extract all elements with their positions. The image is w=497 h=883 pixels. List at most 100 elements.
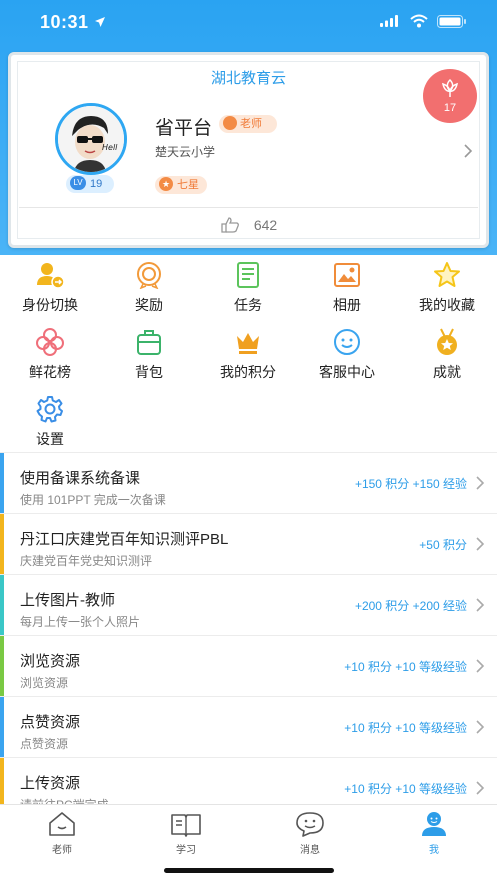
role-label: 老师: [240, 118, 262, 130]
task-desc: 请前往PC端完成: [20, 796, 109, 804]
tab-messages[interactable]: 消息: [270, 811, 350, 856]
customer-service-icon: [334, 329, 360, 355]
menu-item-flower-ranking[interactable]: 鲜花榜: [0, 328, 100, 382]
cellular-signal-icon: [380, 15, 398, 27]
crown-icon: [237, 333, 259, 354]
task-title: 使用备课系统备课: [20, 470, 141, 487]
menu-item-reward[interactable]: 奖励: [99, 261, 199, 315]
tab-label: 消息: [300, 845, 320, 856]
star-icon: [434, 262, 460, 287]
menu-item-backpack[interactable]: 背包: [99, 328, 199, 382]
flower-badge[interactable]: 17: [423, 69, 477, 123]
status-bar: 10:31: [0, 0, 497, 46]
task-desc: 每月上传一张个人照片: [20, 615, 141, 629]
task-reward: +10 积分 +10 等级经验: [344, 660, 467, 674]
menu-label: 身份切换: [22, 297, 78, 313]
task-title: 浏览资源: [20, 653, 81, 670]
avatar[interactable]: Hell: [55, 103, 127, 175]
level-value: 19: [90, 178, 103, 190]
menu-item-customer-service[interactable]: 客服中心: [297, 328, 397, 382]
menu-label: 成就: [433, 364, 461, 380]
backpack-icon: [137, 330, 161, 355]
avatar-text: Hell: [102, 143, 118, 152]
chevron-right-icon: [476, 537, 485, 551]
task-desc: 使用 101PPT 完成一次备课: [20, 493, 166, 507]
task-reward: +10 积分 +10 等级经验: [344, 721, 467, 735]
menu-label: 我的积分: [220, 364, 276, 380]
avatar-cartoon-icon: Hell: [58, 106, 124, 172]
tab-teacher[interactable]: 老师: [22, 811, 102, 856]
home-indicator[interactable]: [164, 868, 334, 873]
menu-item-album[interactable]: 相册: [297, 261, 397, 315]
home-icon: [49, 812, 75, 836]
menu-label: 我的收藏: [419, 297, 475, 313]
flower-icon: [442, 78, 458, 97]
medal-icon: [437, 328, 457, 355]
menu-label: 客服中心: [319, 364, 375, 380]
likes-count: 642: [253, 217, 278, 233]
menu-label: 任务: [234, 297, 262, 313]
level-prefix: LV: [70, 176, 86, 191]
task-row[interactable]: 丹江口庆建党百年知识测评PBL 庆建党百年党史知识测评 +50 积分: [0, 513, 497, 574]
tab-label: 我: [429, 845, 439, 856]
task-row[interactable]: 上传资源 请前往PC端完成 +10 积分 +10 等级经验: [0, 757, 497, 804]
task-color-bar: [0, 636, 4, 696]
task-reward: +10 积分 +10 等级经验: [344, 782, 467, 796]
profile-card[interactable]: 湖北教育云 17 Hell LV 19 省平台 老师 楚天云小学 ★ 七星 64…: [8, 52, 489, 248]
tab-label: 学习: [176, 845, 196, 856]
thumbs-up-icon: [221, 217, 239, 233]
card-title: 湖北教育云: [210, 70, 286, 87]
star-level-label: 七星: [177, 179, 199, 191]
chevron-right-icon[interactable]: [463, 143, 473, 159]
tab-study[interactable]: 学习: [146, 811, 226, 856]
task-desc: 浏览资源: [20, 676, 69, 690]
location-arrow-icon: [95, 17, 105, 27]
menu-item-task[interactable]: 任务: [198, 261, 298, 315]
person-icon: [422, 812, 446, 836]
chevron-right-icon: [476, 720, 485, 734]
task-desc: 点赞资源: [20, 737, 69, 751]
task-title: 上传图片-教师: [20, 592, 115, 609]
task-row[interactable]: 浏览资源 浏览资源 +10 积分 +10 等级经验: [0, 635, 497, 696]
task-row[interactable]: 上传图片-教师 每月上传一张个人照片 +200 积分 +200 经验: [0, 574, 497, 635]
task-reward: +200 积分 +200 经验: [354, 599, 467, 613]
star-level-badge: ★ 七星: [155, 176, 207, 194]
menu-item-settings[interactable]: 设置: [0, 395, 100, 449]
chevron-right-icon: [476, 598, 485, 612]
school-name: 楚天云小学: [155, 145, 216, 159]
task-list: 使用备课系统备课 使用 101PPT 完成一次备课 +150 积分 +150 经…: [0, 452, 497, 804]
menu-item-achievement[interactable]: 成就: [397, 328, 497, 382]
reward-icon: [137, 262, 161, 289]
menu-item-my-points[interactable]: 我的积分: [198, 328, 298, 382]
task-color-bar: [0, 453, 4, 513]
teacher-icon: [223, 116, 237, 131]
battery-icon: [437, 15, 466, 28]
function-grid: 身份切换 奖励 任务 相册 我的收藏 鲜花榜 背包 我的积分 客服中心 成就 设…: [0, 257, 497, 452]
task-row[interactable]: 使用备课系统备课 使用 101PPT 完成一次备课 +150 积分 +150 经…: [0, 452, 497, 513]
task-color-bar: [0, 575, 4, 635]
task-reward: +50 积分: [419, 538, 467, 552]
likes-row[interactable]: 642: [11, 217, 486, 233]
wifi-icon: [410, 14, 428, 28]
task-color-bar: [0, 514, 4, 574]
task-desc: 庆建党百年党史知识测评: [20, 554, 153, 568]
switch-identity-icon: [37, 263, 64, 289]
task-reward: +150 积分 +150 经验: [354, 477, 467, 491]
task-title: 丹江口庆建党百年知识测评PBL: [20, 531, 229, 548]
book-icon: [171, 814, 201, 837]
task-title: 上传资源: [20, 775, 81, 792]
chevron-right-icon: [476, 659, 485, 673]
menu-label: 设置: [36, 431, 64, 447]
gear-icon: [36, 396, 63, 423]
menu-label: 背包: [135, 364, 163, 380]
album-icon: [334, 263, 360, 287]
task-row[interactable]: 点赞资源 点赞资源 +10 积分 +10 等级经验: [0, 696, 497, 757]
task-title: 点赞资源: [20, 714, 81, 731]
flower-count: 17: [443, 102, 457, 114]
menu-label: 奖励: [135, 297, 163, 313]
menu-item-favorites[interactable]: 我的收藏: [397, 261, 497, 315]
task-color-bar: [0, 758, 4, 804]
user-name: 省平台: [155, 118, 213, 139]
menu-item-switch-identity[interactable]: 身份切换: [0, 261, 100, 315]
tab-me[interactable]: 我: [394, 811, 474, 856]
